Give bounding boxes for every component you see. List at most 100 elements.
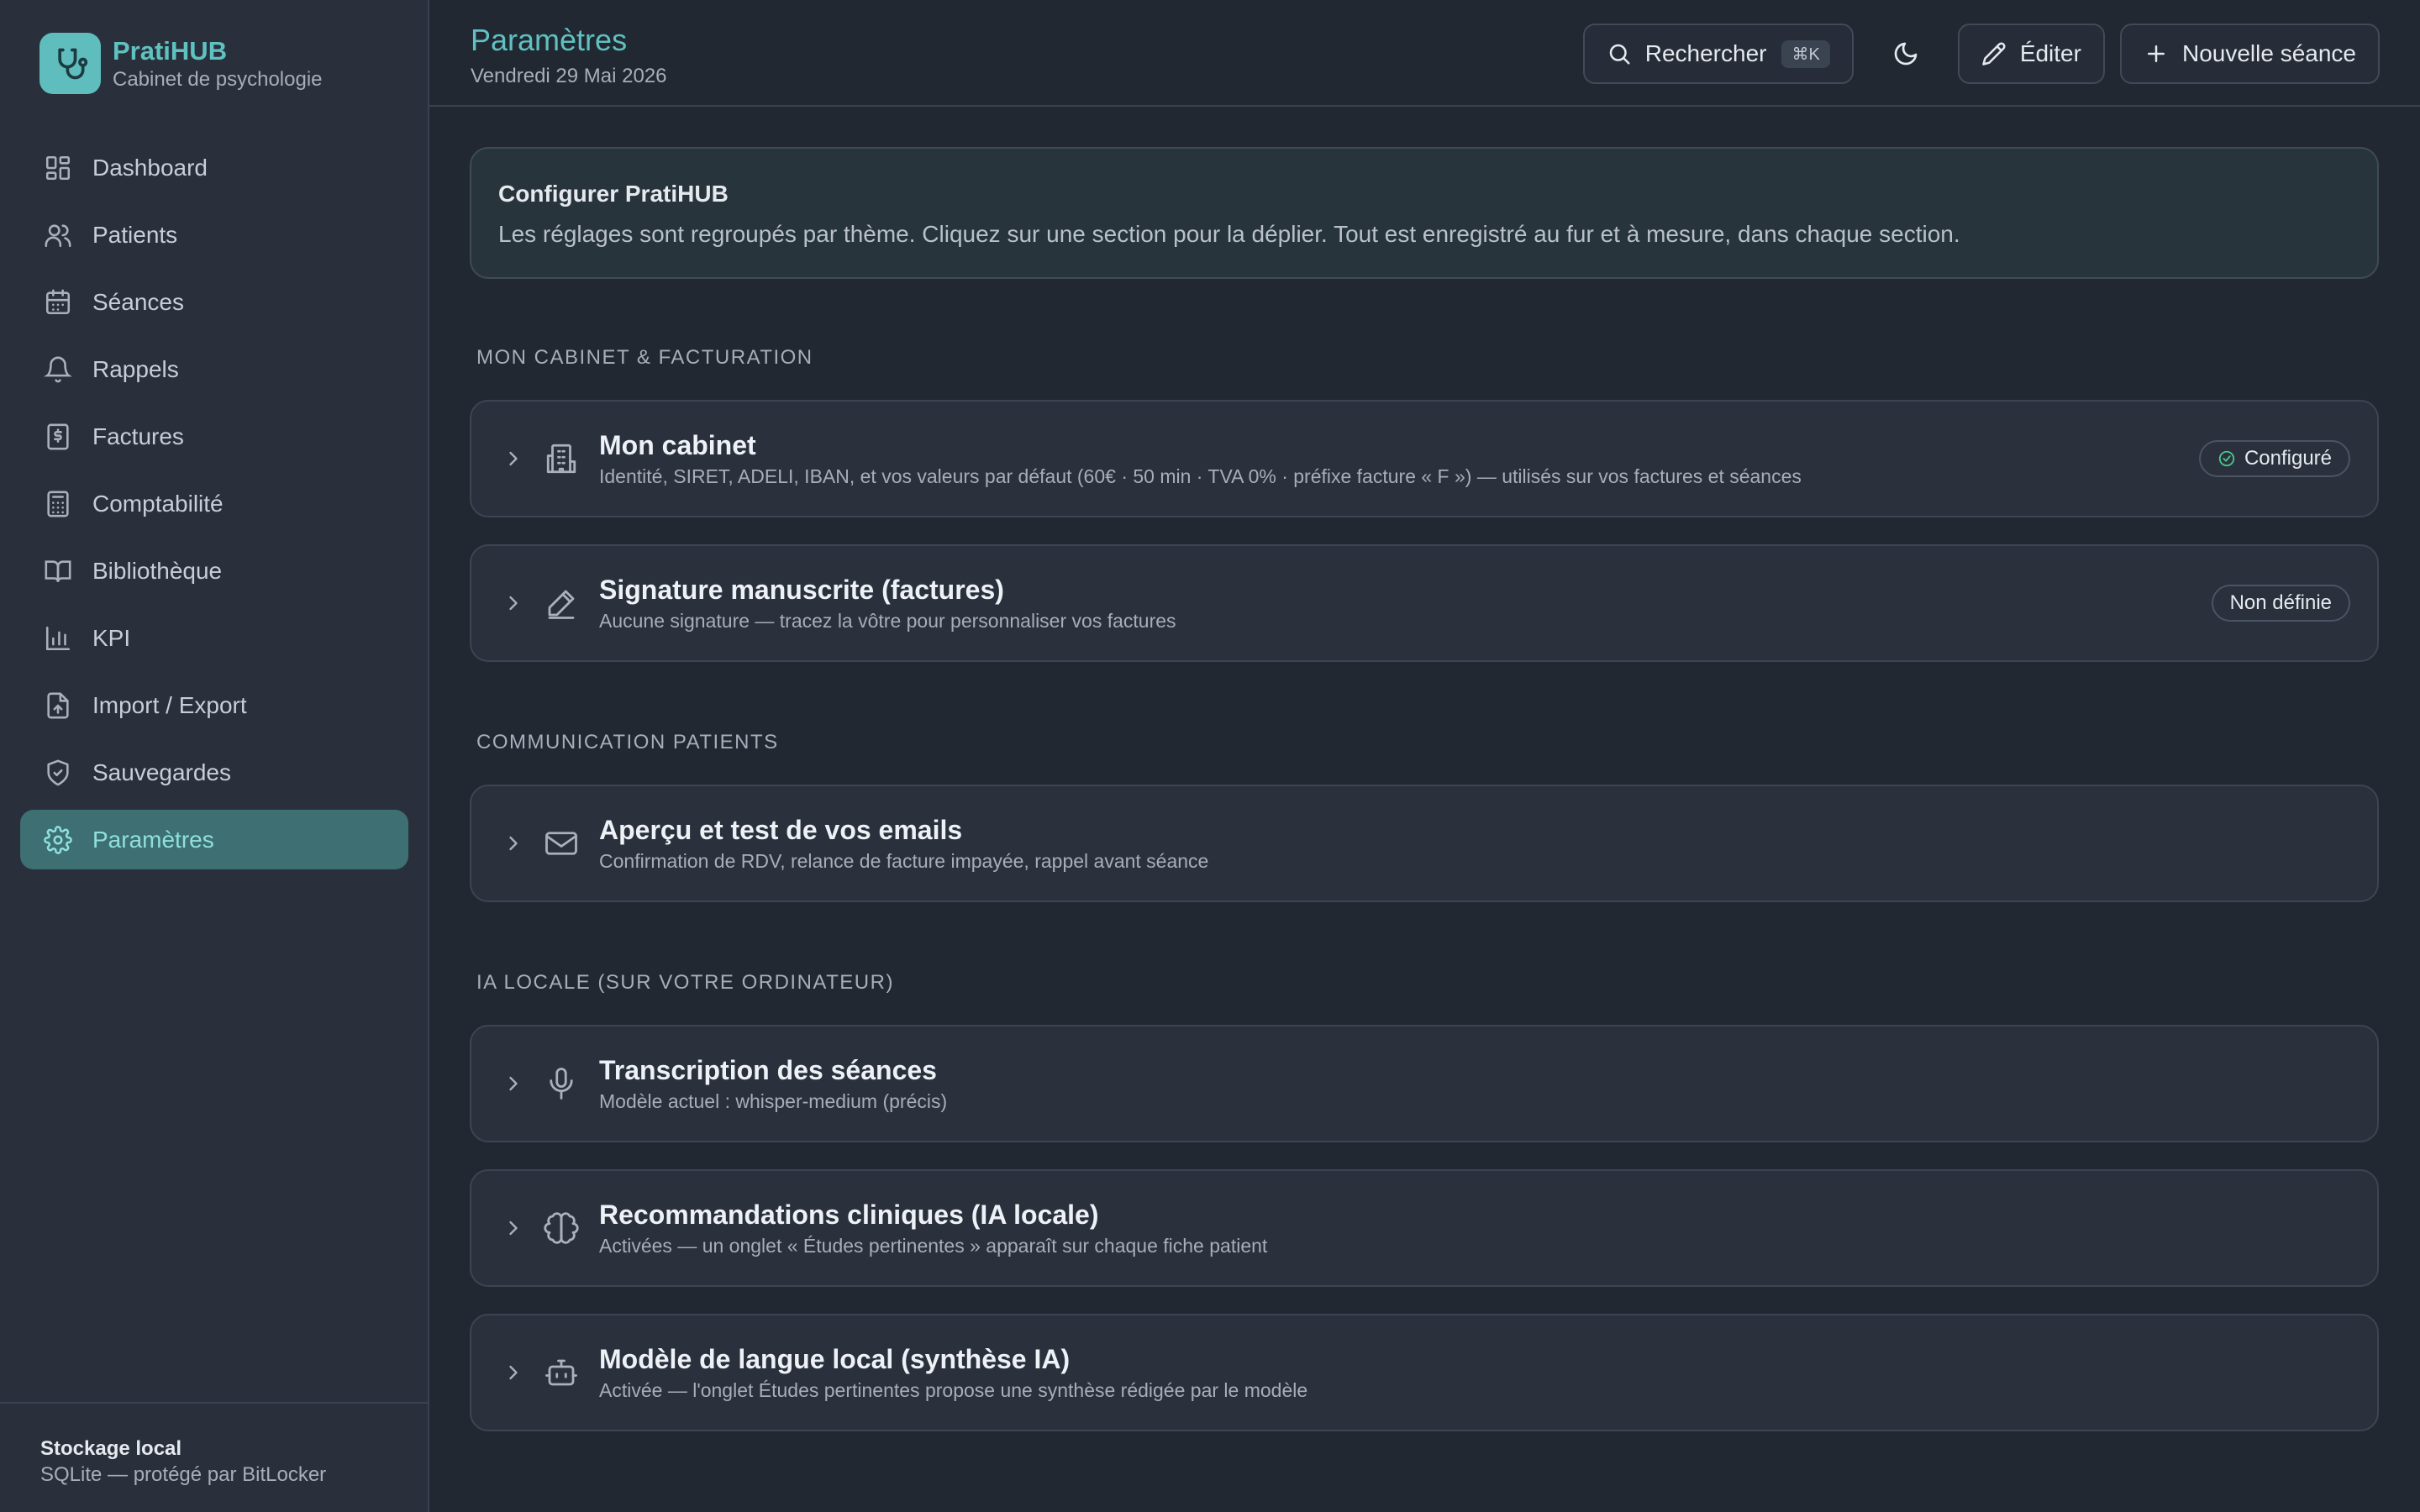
- new-session-label: Nouvelle séance: [2181, 40, 2356, 66]
- new-session-button[interactable]: Nouvelle séance: [2119, 24, 2380, 84]
- bar-chart-icon: [44, 624, 72, 653]
- sidebar: PratiHUB Cabinet de psychologie Dashboar…: [0, 0, 429, 1512]
- brain-icon: [544, 1210, 579, 1246]
- chevron-right-icon: [502, 832, 525, 855]
- app-window: PratiHUB Cabinet de psychologie Dashboar…: [0, 0, 2420, 1512]
- pen-signature-icon: [544, 585, 579, 621]
- search-shortcut: ⌘K: [1781, 39, 1830, 68]
- card-title: Transcription des séances: [599, 1055, 937, 1085]
- microphone-icon: [544, 1066, 579, 1101]
- shield-icon: [44, 759, 72, 787]
- sidebar-item-sauvegardes[interactable]: Sauvegardes: [20, 743, 408, 802]
- robot-icon: [544, 1355, 579, 1390]
- card-modele-langue[interactable]: Modèle de langue local (synthèse IA) Act…: [470, 1314, 2379, 1431]
- page-date: Vendredi 29 Mai 2026: [471, 65, 667, 87]
- card-title: Aperçu et test de vos emails: [599, 815, 963, 845]
- intro-text: Les réglages sont regroupés par thème. C…: [498, 221, 1960, 247]
- intro-panel: Configurer PratiHUB Les réglages sont re…: [470, 147, 2379, 279]
- storage-info: Stockage local SQLite — protégé par BitL…: [0, 1402, 428, 1512]
- card-title: Recommandations cliniques (IA locale): [599, 1200, 1099, 1230]
- chevron-right-icon: [502, 1361, 525, 1384]
- search-button[interactable]: Rechercher ⌘K: [1582, 24, 1854, 84]
- sidebar-item-label: Patients: [92, 221, 178, 248]
- sidebar-item-kpi[interactable]: KPI: [20, 608, 408, 668]
- sidebar-item-rappels[interactable]: Rappels: [20, 339, 408, 399]
- intro-title: Configurer PratiHUB: [498, 181, 729, 207]
- status-badge: Configuré: [2198, 440, 2350, 477]
- stethoscope-icon: [39, 33, 101, 94]
- edit-label: Éditer: [2019, 40, 2081, 66]
- section-label-ia: IA LOCALE (SUR VOTRE ORDINATEUR): [476, 971, 894, 994]
- mail-icon: [544, 826, 579, 861]
- brand[interactable]: PratiHUB Cabinet de psychologie: [39, 33, 323, 94]
- status-badge-label: Non définie: [2229, 591, 2332, 614]
- card-transcription[interactable]: Transcription des séances Modèle actuel …: [470, 1025, 2379, 1142]
- main-content: Paramètres Vendredi 29 Mai 2026 Recherch…: [429, 0, 2420, 1512]
- search-label: Rechercher: [1644, 40, 1767, 66]
- moon-icon: [1892, 40, 1919, 67]
- sidebar-item-patients[interactable]: Patients: [20, 205, 408, 265]
- card-title: Mon cabinet: [599, 430, 756, 460]
- storage-subtitle: SQLite — protégé par BitLocker: [40, 1463, 327, 1486]
- sidebar-item-label: Bibliothèque: [92, 557, 223, 584]
- sidebar-item-label: Comptabilité: [92, 490, 224, 517]
- card-subtitle: Aucune signature — tracez la vôtre pour …: [599, 610, 1176, 632]
- card-title: Modèle de langue local (synthèse IA): [599, 1344, 1071, 1374]
- dashboard-icon: [44, 154, 72, 182]
- brand-subtitle: Cabinet de psychologie: [113, 67, 323, 91]
- users-icon: [44, 221, 72, 249]
- top-actions: Rechercher ⌘K Éditer Nouvelle séance: [1582, 24, 2380, 84]
- card-subtitle: Activées — un onglet « Études pertinente…: [599, 1235, 1268, 1257]
- sidebar-item-parametres[interactable]: Paramètres: [20, 810, 408, 869]
- section-label-communication: COMMUNICATION PATIENTS: [476, 731, 779, 753]
- book-icon: [44, 557, 72, 585]
- search-icon: [1607, 41, 1632, 66]
- card-subtitle: Modèle actuel : whisper-medium (précis): [599, 1090, 948, 1112]
- sidebar-item-seances[interactable]: Séances: [20, 272, 408, 332]
- check-circle-icon: [2217, 449, 2236, 468]
- sidebar-nav: Dashboard Patients Séances Rappels Factu…: [20, 138, 408, 877]
- invoice-icon: [44, 423, 72, 451]
- card-subtitle: Confirmation de RDV, relance de facture …: [599, 850, 1209, 872]
- card-title: Signature manuscrite (factures): [599, 575, 1004, 605]
- chevron-right-icon: [502, 1072, 525, 1095]
- card-signature[interactable]: Signature manuscrite (factures) Aucune s…: [470, 544, 2379, 662]
- sidebar-item-label: Dashboard: [92, 154, 208, 181]
- chevron-right-icon: [502, 1216, 525, 1240]
- status-badge: Non définie: [2211, 585, 2350, 622]
- sidebar-item-label: Factures: [92, 423, 184, 449]
- section-label-cabinet: MON CABINET & FACTURATION: [476, 346, 813, 369]
- card-subtitle: Identité, SIRET, ADELI, IBAN, et vos val…: [599, 465, 1802, 487]
- gear-icon: [44, 825, 72, 854]
- file-upload-icon: [44, 691, 72, 720]
- sidebar-item-label: KPI: [92, 624, 131, 651]
- card-mon-cabinet[interactable]: Mon cabinet Identité, SIRET, ADELI, IBAN…: [470, 400, 2379, 517]
- brand-name: PratiHUB: [113, 35, 228, 66]
- sidebar-item-import-export[interactable]: Import / Export: [20, 675, 408, 735]
- pencil-icon: [1981, 41, 2007, 66]
- sidebar-item-label: Sauvegardes: [92, 759, 232, 785]
- sidebar-item-label: Rappels: [92, 355, 179, 382]
- sidebar-item-factures[interactable]: Factures: [20, 407, 408, 466]
- plus-icon: [2144, 41, 2169, 66]
- sidebar-item-bibliotheque[interactable]: Bibliothèque: [20, 541, 408, 601]
- sidebar-item-label: Import / Export: [92, 691, 247, 718]
- topbar: Paramètres Vendredi 29 Mai 2026 Recherch…: [429, 0, 2420, 107]
- card-subtitle: Activée — l'onglet Études pertinentes pr…: [599, 1379, 1308, 1401]
- sidebar-item-comptabilite[interactable]: Comptabilité: [20, 474, 408, 533]
- chevron-right-icon: [502, 447, 525, 470]
- card-emails[interactable]: Aperçu et test de vos emails Confirmatio…: [470, 785, 2379, 902]
- calculator-icon: [44, 490, 72, 518]
- sidebar-item-label: Paramètres: [92, 826, 214, 853]
- storage-title: Stockage local: [40, 1437, 182, 1460]
- theme-toggle-button[interactable]: [1876, 24, 1936, 84]
- status-badge-label: Configuré: [2244, 447, 2332, 470]
- calendar-icon: [44, 288, 72, 317]
- edit-button[interactable]: Éditer: [1957, 24, 2105, 84]
- page-title: Paramètres: [471, 23, 628, 57]
- sidebar-item-label: Séances: [92, 288, 184, 315]
- card-recommandations[interactable]: Recommandations cliniques (IA locale) Ac…: [470, 1169, 2379, 1287]
- bell-icon: [44, 355, 72, 384]
- settings-content: Configurer PratiHUB Les réglages sont re…: [470, 147, 2379, 1431]
- sidebar-item-dashboard[interactable]: Dashboard: [20, 138, 408, 197]
